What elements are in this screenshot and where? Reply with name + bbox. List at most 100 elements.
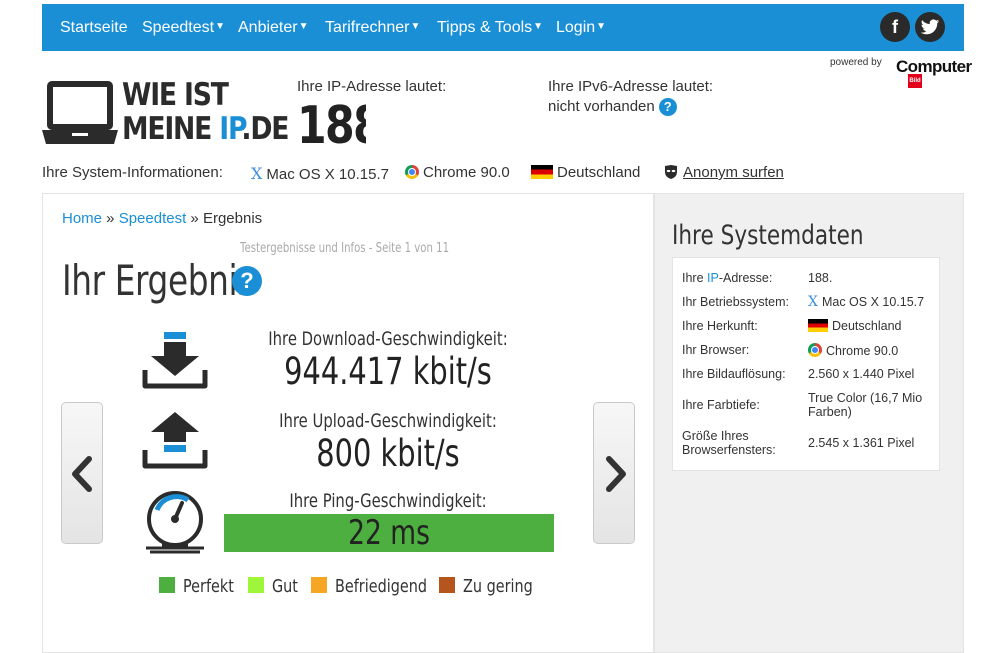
ip-redaction: [366, 97, 518, 149]
previous-button[interactable]: [61, 402, 103, 544]
os-text: Mac OS X 10.15.7: [266, 166, 389, 183]
page-subtitle: Testergebnisse und Infos - Seite 1 von 1…: [240, 241, 450, 256]
sysinfo-browser: Chrome 90.0: [405, 164, 510, 181]
upload-value: 800 kbit/s: [316, 432, 460, 475]
caret-down-icon: ▼: [215, 21, 225, 32]
ping-bar: 22 ms: [224, 514, 554, 552]
nav-login[interactable]: Login▼: [556, 19, 606, 37]
next-button[interactable]: [593, 402, 635, 544]
computer-bild-logo[interactable]: Computer Bild: [896, 57, 972, 89]
value-text: Chrome 90.0: [826, 344, 899, 358]
legend-swatch: [439, 577, 455, 593]
ping-value: 22 ms: [348, 513, 430, 553]
nav-startseite[interactable]: Startseite: [60, 19, 128, 37]
download-value: 944.417 kbit/s: [284, 350, 492, 393]
row-res-key: Ihre Bildauflösung:: [682, 367, 786, 381]
chevron-left-icon: [72, 456, 92, 492]
row-window-value: 2.545 x 1.361 Pixel: [808, 436, 915, 450]
caret-down-icon: ▼: [410, 21, 421, 32]
breadcrumb-home[interactable]: Home: [62, 210, 102, 227]
key-text: -Adresse:: [718, 271, 773, 285]
chrome-icon: [405, 165, 419, 179]
nav-label: Tarifrechner: [325, 19, 410, 36]
system-data-table: Ihre IP-Adresse: 188. Ihr Betriebssystem…: [672, 257, 940, 471]
row-origin-value: Deutschland: [808, 319, 902, 334]
twitter-icon[interactable]: [915, 12, 945, 42]
nav-tarifrechner[interactable]: Tarifrechner▼: [325, 19, 420, 37]
legend-zu-gering: Zu gering: [439, 576, 550, 597]
sysinfo-label: Ihre System-Informationen:: [42, 164, 223, 181]
caret-down-icon: ▼: [298, 21, 309, 32]
sysinfo-country: Deutschland: [531, 164, 640, 181]
legend-swatch: [248, 577, 264, 593]
site-logo[interactable]: WIE IST MEINE IP.DE: [42, 78, 289, 151]
value-text: Deutschland: [832, 319, 902, 333]
legend-label: Befriedigend: [335, 576, 427, 597]
legend-label: Perfekt: [183, 576, 234, 597]
facebook-icon[interactable]: f: [880, 12, 910, 42]
mask-icon: [665, 165, 677, 179]
nav-label: Tipps & Tools: [437, 19, 533, 36]
osx-icon: X: [808, 294, 818, 310]
sidebar-title: Ihre Systemdaten: [672, 220, 864, 251]
row-ip-key: Ihre IP-Adresse:: [682, 271, 772, 286]
osx-icon: X: [251, 164, 263, 183]
logo-text: WIE IST MEINE IP.DE: [122, 77, 289, 147]
nav-anbieter[interactable]: Anbieter▼: [238, 19, 309, 37]
legend-swatch: [159, 577, 175, 593]
breadcrumb-sep: »: [186, 210, 203, 227]
help-icon[interactable]: ?: [232, 266, 262, 296]
logo-line-2: MEINE IP.DE: [122, 111, 289, 147]
nav-label: Login: [556, 19, 596, 36]
legend-gut: Gut: [248, 576, 304, 597]
ipv6-text: nicht vorhanden: [548, 98, 655, 115]
download-icon: [142, 332, 208, 389]
sysinfo-os: X Mac OS X 10.15.7: [251, 164, 389, 183]
legend-swatch: [311, 577, 327, 593]
nav-label: Speedtest: [142, 19, 215, 36]
value-text: Mac OS X 10.15.7: [821, 295, 925, 309]
help-icon[interactable]: ?: [658, 98, 677, 116]
chevron-right-icon: [606, 456, 626, 492]
top-navigation: Startseite Speedtest▼ Anbieter▼ Tarifrec…: [42, 4, 964, 51]
brand-sub: Bild: [908, 74, 922, 88]
logo-meine: MEINE: [122, 111, 220, 147]
row-window-key-2: Browserfensters:: [682, 443, 776, 457]
nav-speedtest[interactable]: Speedtest▼: [142, 19, 225, 37]
breadcrumb-sep: »: [102, 210, 119, 227]
page-title: Ihr Ergebnis: [62, 256, 254, 305]
browser-text: Chrome 90.0: [423, 164, 510, 181]
row-depth-key: Ihre Farbtiefe:: [682, 398, 760, 412]
row-os-key: Ihr Betriebssystem:: [682, 295, 789, 309]
download-label: Ihre Download-Geschwindigkeit:: [268, 328, 508, 350]
upload-label: Ihre Upload-Geschwindigkeit:: [279, 410, 497, 432]
ipv6-value: nicht vorhanden?: [548, 98, 677, 116]
ping-label: Ihre Ping-Geschwindigkeit:: [289, 490, 487, 512]
ping-gauge-icon: [146, 491, 204, 554]
logo-ip: IP: [219, 111, 242, 147]
anon-link[interactable]: Anonym surfen: [683, 164, 784, 181]
legend-label: Gut: [272, 576, 298, 597]
row-origin-key: Ihre Herkunft:: [682, 319, 758, 333]
germany-flag-icon: [531, 165, 553, 179]
row-browser-value: Chrome 90.0: [808, 343, 898, 359]
laptop-icon: [42, 81, 118, 144]
nav-tipps-tools[interactable]: Tipps & Tools▼: [437, 19, 543, 37]
breadcrumb-speedtest[interactable]: Speedtest: [119, 210, 187, 227]
row-os-value: X Mac OS X 10.15.7: [808, 295, 924, 310]
row-res-value: 2.560 x 1.440 Pixel: [808, 367, 915, 381]
caret-down-icon: ▼: [533, 21, 544, 32]
logo-line-1: WIE IST: [122, 77, 229, 113]
legend-label: Zu gering: [463, 576, 533, 597]
upload-icon: [142, 412, 208, 469]
sysinfo-anon[interactable]: Anonym surfen: [663, 164, 784, 181]
key-text-blue: IP: [707, 271, 719, 285]
nav-label: Anbieter: [238, 19, 298, 36]
legend-befriedigend: Befriedigend: [311, 576, 450, 597]
powered-by-label: powered by: [830, 57, 882, 68]
chrome-icon: [808, 343, 822, 357]
key-text: Ihre: [682, 271, 708, 285]
logo-de: .DE: [241, 111, 289, 147]
row-depth-value-1: True Color (16,7 Mio: [808, 391, 923, 405]
country-text: Deutschland: [557, 164, 641, 181]
